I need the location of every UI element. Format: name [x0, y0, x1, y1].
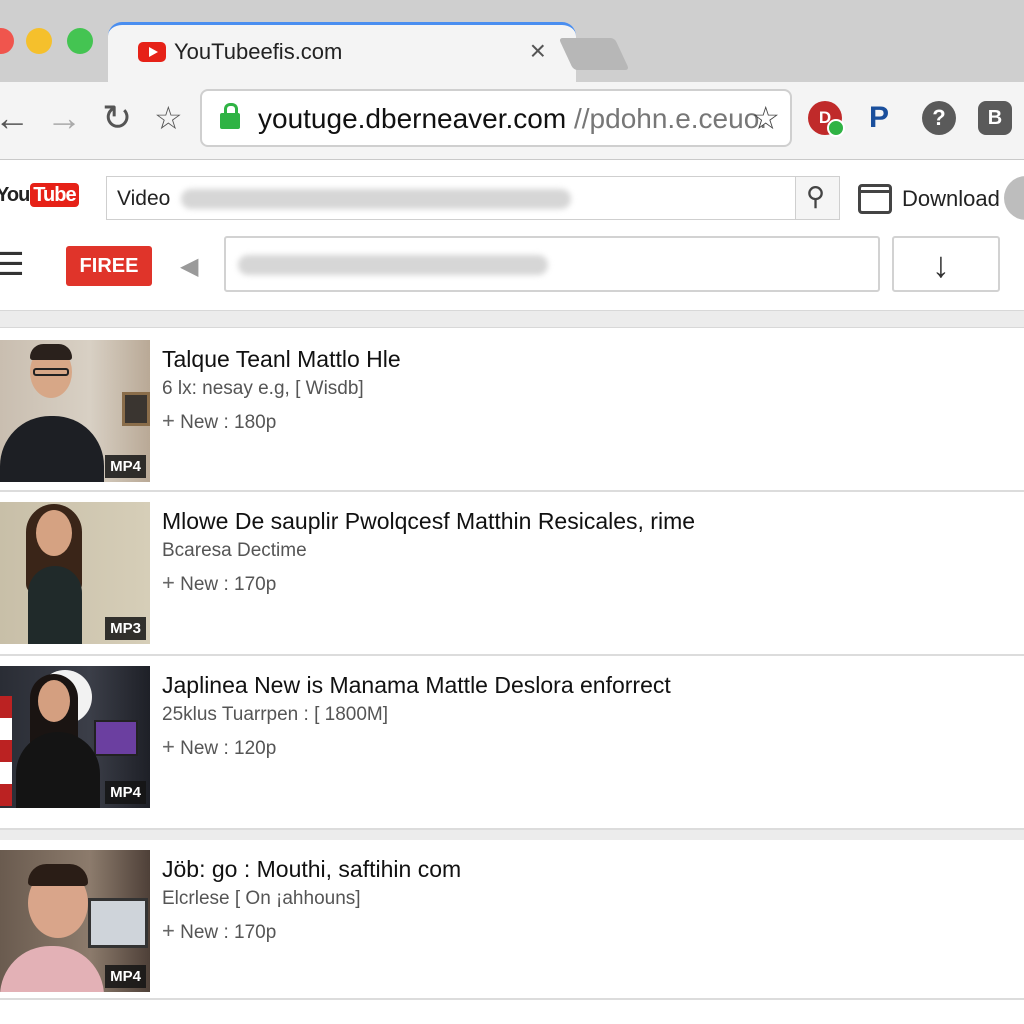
plus-icon[interactable]: +: [162, 734, 175, 759]
person-hair: [30, 344, 72, 360]
video-row[interactable]: MP4 Japlinea New is Manama Mattle Deslor…: [0, 656, 1024, 830]
bookmark-star-icon[interactable]: ☆: [154, 96, 183, 140]
plus-icon[interactable]: +: [162, 570, 175, 595]
video-info: + New : 170p: [162, 570, 276, 596]
video-title[interactable]: Talque Teanl Mattlo Hle: [162, 346, 401, 373]
person-body: [0, 946, 104, 992]
format-badge: MP3: [105, 617, 146, 640]
flag: [0, 696, 12, 806]
video-thumbnail[interactable]: MP4: [0, 666, 150, 808]
status-label: New: [180, 574, 219, 595]
quality-label: 170p: [234, 922, 277, 943]
download-arrow-button[interactable]: ↓: [892, 236, 1000, 292]
info-separator: :: [223, 922, 229, 943]
divider: [0, 830, 1024, 840]
plus-icon[interactable]: +: [162, 408, 175, 433]
active-tab[interactable]: YouTubeefis.com ×: [108, 22, 576, 82]
download-label: Download: [902, 186, 1000, 211]
status-label: New: [180, 738, 219, 759]
lock-icon: [220, 103, 240, 129]
bookmark-star-icon[interactable]: ☆: [751, 99, 780, 137]
info-separator: :: [223, 412, 229, 433]
person-body: [16, 732, 100, 808]
person-hair: [28, 864, 88, 886]
quality-label: 170p: [234, 574, 277, 595]
address-bar[interactable]: youtuge.dberneaver.com //pdohn.e.ceuo. ☆: [200, 89, 792, 147]
page-content: You Tube Video ⚲ Download ☰ FIREE ◀ ↓ MP4…: [0, 160, 1024, 1024]
logo-you: You: [0, 184, 30, 206]
divider: [0, 310, 1024, 328]
person-head: [38, 680, 70, 722]
blurred-url-text: [238, 255, 548, 275]
video-meta: Elcrlese [ On ¡ahhouns]: [162, 888, 361, 909]
url-text: youtuge.dberneaver.com //pdohn.e.ceuo.: [258, 103, 767, 135]
format-badge: MP4: [105, 781, 146, 804]
back-arrow-icon[interactable]: ←: [0, 96, 30, 140]
video-row[interactable]: MP3 Mlowe De sauplir Pwolqcesf Matthin R…: [0, 492, 1024, 656]
video-title[interactable]: Jöb: go : Mouthi, saftihin com: [162, 856, 461, 883]
video-thumbnail[interactable]: MP4: [0, 340, 150, 482]
url-host: youtuge.dberneaver.com: [258, 103, 567, 134]
quality-label: 120p: [234, 738, 277, 759]
video-meta: 6 lx: nesay e.g, [ Wisdb]: [162, 378, 364, 399]
screen: [88, 898, 148, 948]
tab-title: YouTubeefis.com: [174, 39, 343, 64]
youtube-logo[interactable]: You Tube: [0, 183, 79, 207]
person-head: [36, 510, 72, 556]
plus-icon[interactable]: +: [162, 918, 175, 943]
video-thumbnail[interactable]: MP3: [0, 502, 150, 644]
close-window-button[interactable]: [0, 28, 14, 54]
glasses: [33, 368, 69, 376]
youtube-favicon-icon: [138, 42, 166, 62]
video-meta: 25klus Tuarrpen : [ 1800M]: [162, 704, 389, 725]
video-title[interactable]: Japlinea New is Manama Mattle Deslora en…: [162, 672, 671, 699]
browser-toolbar: ← → ↻ ☆ youtuge.dberneaver.com //pdohn.e…: [0, 82, 1024, 160]
menu-icon[interactable]: ☰: [0, 248, 25, 280]
format-badge: MP4: [105, 965, 146, 988]
logo-tube: Tube: [30, 183, 79, 207]
url-path: //pdohn.e.ceuo.: [566, 103, 768, 134]
blurred-search-text: [181, 189, 571, 209]
reload-icon[interactable]: ↻: [102, 96, 132, 140]
search-icon: ⚲: [806, 181, 826, 211]
video-info: + New : 180p: [162, 408, 276, 434]
search-input[interactable]: Video ⚲: [106, 176, 840, 220]
search-button[interactable]: ⚲: [795, 177, 839, 219]
extension-shield-icon[interactable]: B: [978, 101, 1012, 135]
maximize-window-button[interactable]: [67, 28, 93, 54]
video-info: + New : 120p: [162, 734, 276, 760]
quality-label: 180p: [234, 412, 277, 433]
free-button[interactable]: FIREE: [66, 246, 152, 286]
video-info: + New : 170p: [162, 918, 276, 944]
download-window-icon: [858, 184, 892, 214]
video-thumbnail[interactable]: MP4: [0, 850, 150, 992]
info-separator: :: [223, 574, 229, 595]
video-url-input[interactable]: [224, 236, 880, 292]
person-body: [28, 566, 82, 644]
forward-arrow-icon[interactable]: →: [46, 96, 82, 140]
help-icon[interactable]: ?: [922, 101, 956, 135]
video-meta: Bcaresa Dectime: [162, 540, 307, 561]
person-body: [0, 416, 104, 482]
video-row[interactable]: MP4 Talque Teanl Mattlo Hle 6 lx: nesay …: [0, 330, 1024, 492]
tab-strip: YouTubeefis.com ×: [0, 0, 1024, 82]
format-badge: MP4: [105, 455, 146, 478]
avatar[interactable]: [1004, 176, 1024, 220]
video-row[interactable]: MP4 Jöb: go : Mouthi, saftihin com Elcrl…: [0, 840, 1024, 1000]
download-arrow-icon: ↓: [932, 244, 950, 285]
search-label: Video: [117, 187, 171, 210]
extension-d-icon[interactable]: D: [808, 101, 845, 137]
wall-frame: [122, 392, 150, 426]
tab-close-icon[interactable]: ×: [530, 35, 546, 67]
video-title[interactable]: Mlowe De sauplir Pwolqcesf Matthin Resic…: [162, 508, 695, 535]
info-separator: :: [223, 738, 229, 759]
speaker-icon: ◀: [180, 253, 199, 280]
extension-p-icon[interactable]: P: [862, 101, 896, 135]
monitor: [94, 720, 138, 756]
status-label: New: [180, 412, 219, 433]
status-label: New: [180, 922, 219, 943]
minimize-window-button[interactable]: [26, 28, 52, 54]
